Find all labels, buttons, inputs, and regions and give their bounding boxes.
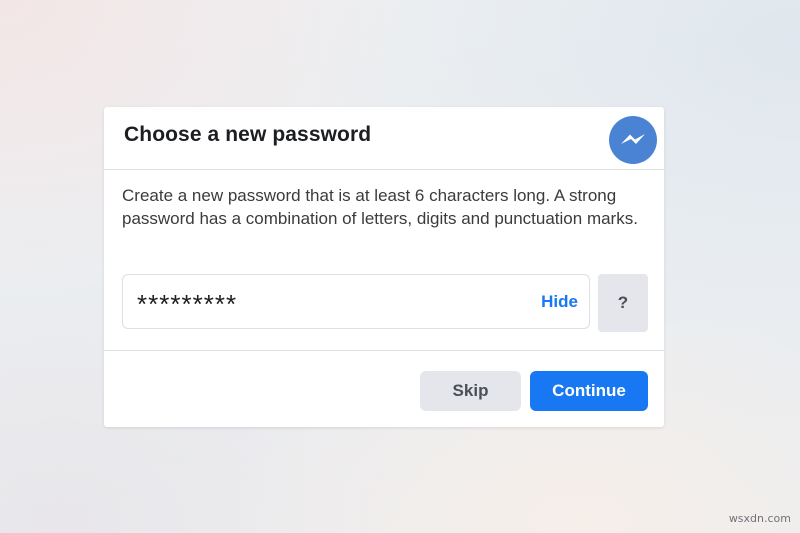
dialog-header: Choose a new password xyxy=(104,107,664,170)
continue-button[interactable]: Continue xyxy=(530,371,648,411)
password-help-button[interactable]: ? xyxy=(598,274,648,332)
password-masked-value: ********* xyxy=(137,289,238,319)
hide-password-button[interactable]: Hide xyxy=(541,292,578,312)
new-password-input[interactable]: ********* Hide xyxy=(122,274,590,329)
messenger-icon xyxy=(608,115,658,165)
password-reset-dialog: Choose a new password Create a new passw… xyxy=(104,107,664,427)
skip-button[interactable]: Skip xyxy=(420,371,521,411)
instructions-text: Create a new password that is at least 6… xyxy=(122,186,638,228)
dialog-footer: Skip Continue xyxy=(104,351,664,427)
dialog-body: Create a new password that is at least 6… xyxy=(104,170,664,351)
watermark: wsxdn.com xyxy=(728,512,791,525)
dialog-title: Choose a new password xyxy=(124,123,372,146)
